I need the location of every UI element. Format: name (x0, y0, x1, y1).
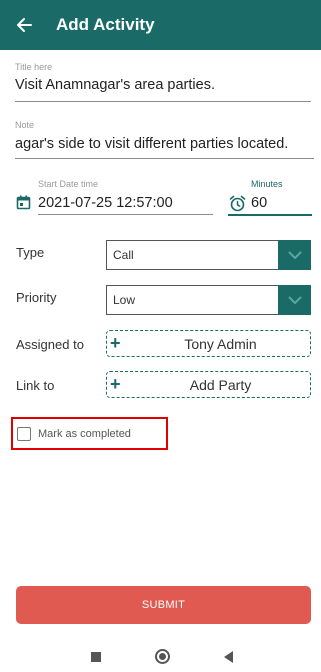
link-to-label: Link to (16, 378, 55, 393)
page-title: Add Activity (56, 15, 155, 34)
type-select[interactable]: Call (106, 240, 311, 270)
minutes-label: Minutes (251, 179, 283, 189)
type-value: Call (113, 248, 134, 262)
plus-icon: + (110, 333, 121, 353)
recent-apps-icon[interactable] (91, 652, 101, 662)
type-label: Type (16, 245, 45, 260)
add-party-label: Add Party (189, 377, 252, 393)
title-field-label: Title here (15, 62, 53, 72)
calendar-icon[interactable] (15, 194, 32, 211)
priority-label: Priority (16, 290, 57, 305)
back-icon[interactable] (224, 651, 233, 663)
plus-icon: + (110, 374, 121, 394)
title-field[interactable]: Visit Anamnagar's area parties. (15, 77, 311, 93)
add-party-button[interactable]: + Add Party (106, 371, 311, 398)
assigned-to-button[interactable]: + Tony Admin (106, 330, 311, 357)
title-underline (15, 101, 311, 102)
minutes-field[interactable]: 60 (251, 195, 311, 211)
title-text-prefix: Visit (15, 77, 46, 93)
assigned-to-label: Assigned to (16, 337, 84, 352)
start-date-field[interactable]: 2021-07-25 12:57:00 (38, 195, 213, 211)
mark-completed-checkbox[interactable] (17, 427, 31, 441)
submit-button[interactable]: SUBMIT (16, 586, 311, 624)
note-field[interactable]: agar's side to visit different parties l… (15, 136, 314, 152)
assigned-to-value: Tony Admin (184, 336, 257, 352)
chevron-down-icon (278, 240, 311, 270)
title-text-misspelled: Anamnagar's (45, 77, 131, 93)
arrow-left-icon (17, 18, 32, 32)
minutes-underline (228, 214, 312, 216)
note-underline (15, 158, 314, 159)
chevron-down-icon (278, 285, 311, 315)
mark-completed-label[interactable]: Mark as completed (38, 428, 131, 440)
app-bar: Add Activity (0, 0, 321, 50)
back-button[interactable] (0, 0, 48, 50)
priority-select[interactable]: Low (106, 285, 311, 315)
start-date-label: Start Date time (38, 179, 99, 189)
start-date-underline (38, 214, 213, 215)
home-icon[interactable] (155, 649, 170, 664)
title-text-suffix: area parties. (130, 77, 215, 93)
note-field-label: Note (15, 120, 35, 130)
system-nav-bar (0, 638, 321, 672)
alarm-clock-icon[interactable] (228, 194, 246, 212)
priority-value: Low (113, 293, 136, 307)
